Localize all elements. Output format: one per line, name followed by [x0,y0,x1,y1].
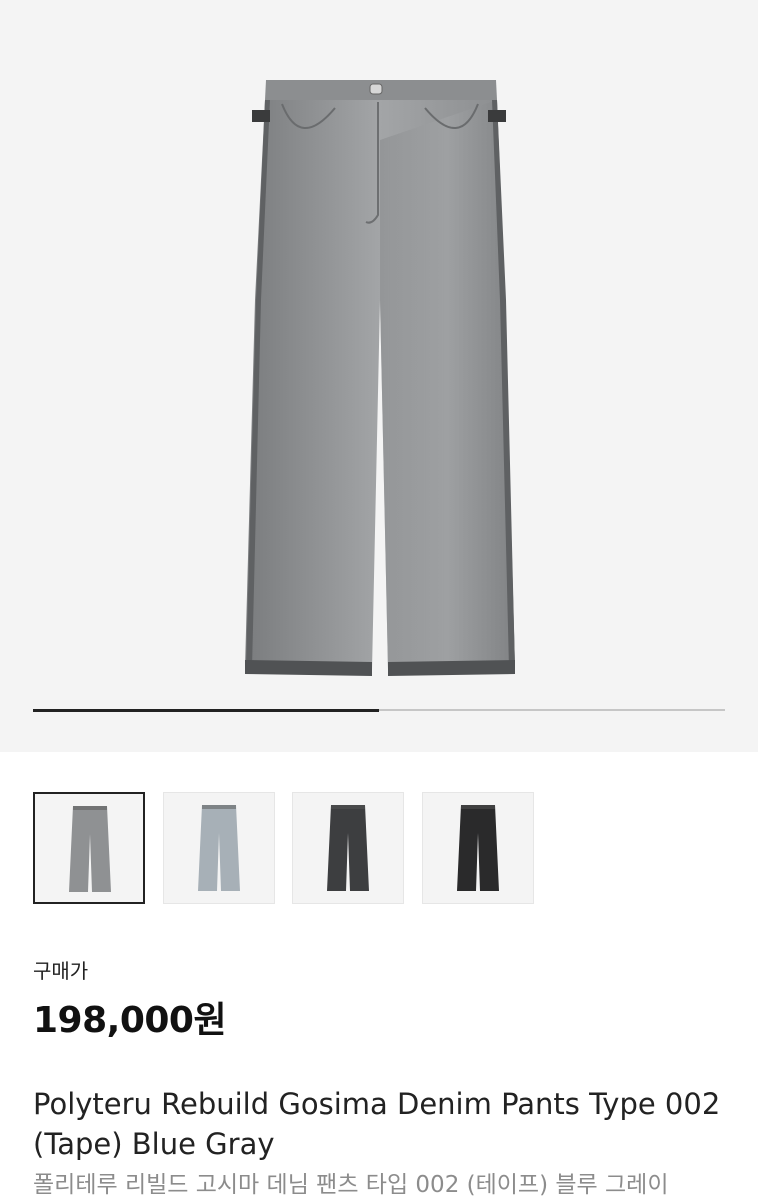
product-main-image [245,80,515,676]
product-title-en: Polyteru Rebuild Gosima Denim Pants Type… [33,1087,721,1161]
gallery-progress-fill [33,708,379,712]
product-title-ko: 폴리테루 리빌드 고시마 데님 팬츠 타입 002 (테이프) 블루 그레이 [33,1172,669,1198]
price-value: 198,000원 [33,1000,227,1041]
gallery-progress-bar [33,708,725,712]
thumbnail-charcoal[interactable] [292,792,404,904]
price-label: 구매가 [33,959,89,983]
thumbnail-pants-image [327,805,369,891]
thumbnail-black[interactable] [421,792,534,904]
thumbnail-light-blue[interactable] [162,792,275,904]
thumbnail-pants-image [69,806,111,892]
thumbnail-blue-gray[interactable] [33,792,145,904]
thumbnail-pants-image [197,805,240,891]
product-image-gallery[interactable] [0,0,758,752]
thumbnail-pants-image [456,805,499,891]
